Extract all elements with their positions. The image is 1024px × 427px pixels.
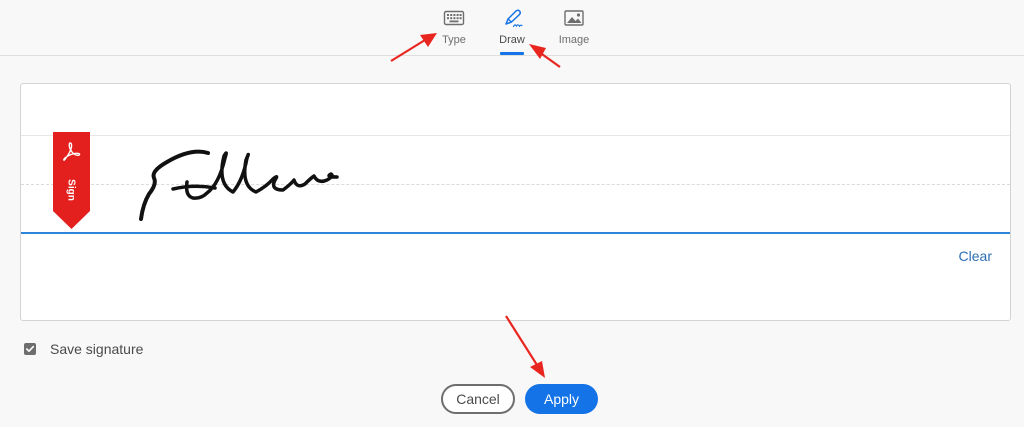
image-icon	[564, 10, 584, 26]
clear-signature-link[interactable]: Clear	[959, 248, 992, 264]
cancel-button[interactable]: Cancel	[441, 384, 515, 414]
tab-type-label: Type	[442, 34, 466, 46]
checkmark-icon	[26, 345, 35, 352]
save-signature-label: Save signature	[50, 341, 144, 357]
sign-here-ribbon: Sign	[53, 132, 90, 231]
signature-top-guide	[21, 135, 1010, 136]
save-signature-row[interactable]: Save signature	[24, 341, 143, 357]
apply-button[interactable]: Apply	[525, 384, 598, 414]
arrow-to-apply-button	[505, 315, 545, 378]
signature-draw-area[interactable]: Sign Clear	[20, 83, 1011, 321]
tab-draw-label: Draw	[499, 34, 525, 46]
signature-baseline	[21, 232, 1010, 234]
tab-type[interactable]: Type	[424, 8, 484, 55]
pen-icon	[505, 9, 523, 28]
drawn-signature	[139, 149, 339, 221]
tab-image-label: Image	[558, 34, 590, 46]
sign-ribbon-label: Sign	[65, 179, 77, 201]
keyboard-icon	[443, 10, 465, 26]
tab-image[interactable]: Image	[544, 8, 604, 55]
save-signature-checkbox[interactable]	[24, 343, 36, 355]
tab-draw[interactable]: Draw	[482, 8, 542, 55]
signature-mode-tabs: Type Draw Image	[0, 0, 1024, 56]
acrobat-logo-icon	[63, 142, 81, 161]
active-tab-indicator	[500, 52, 524, 55]
